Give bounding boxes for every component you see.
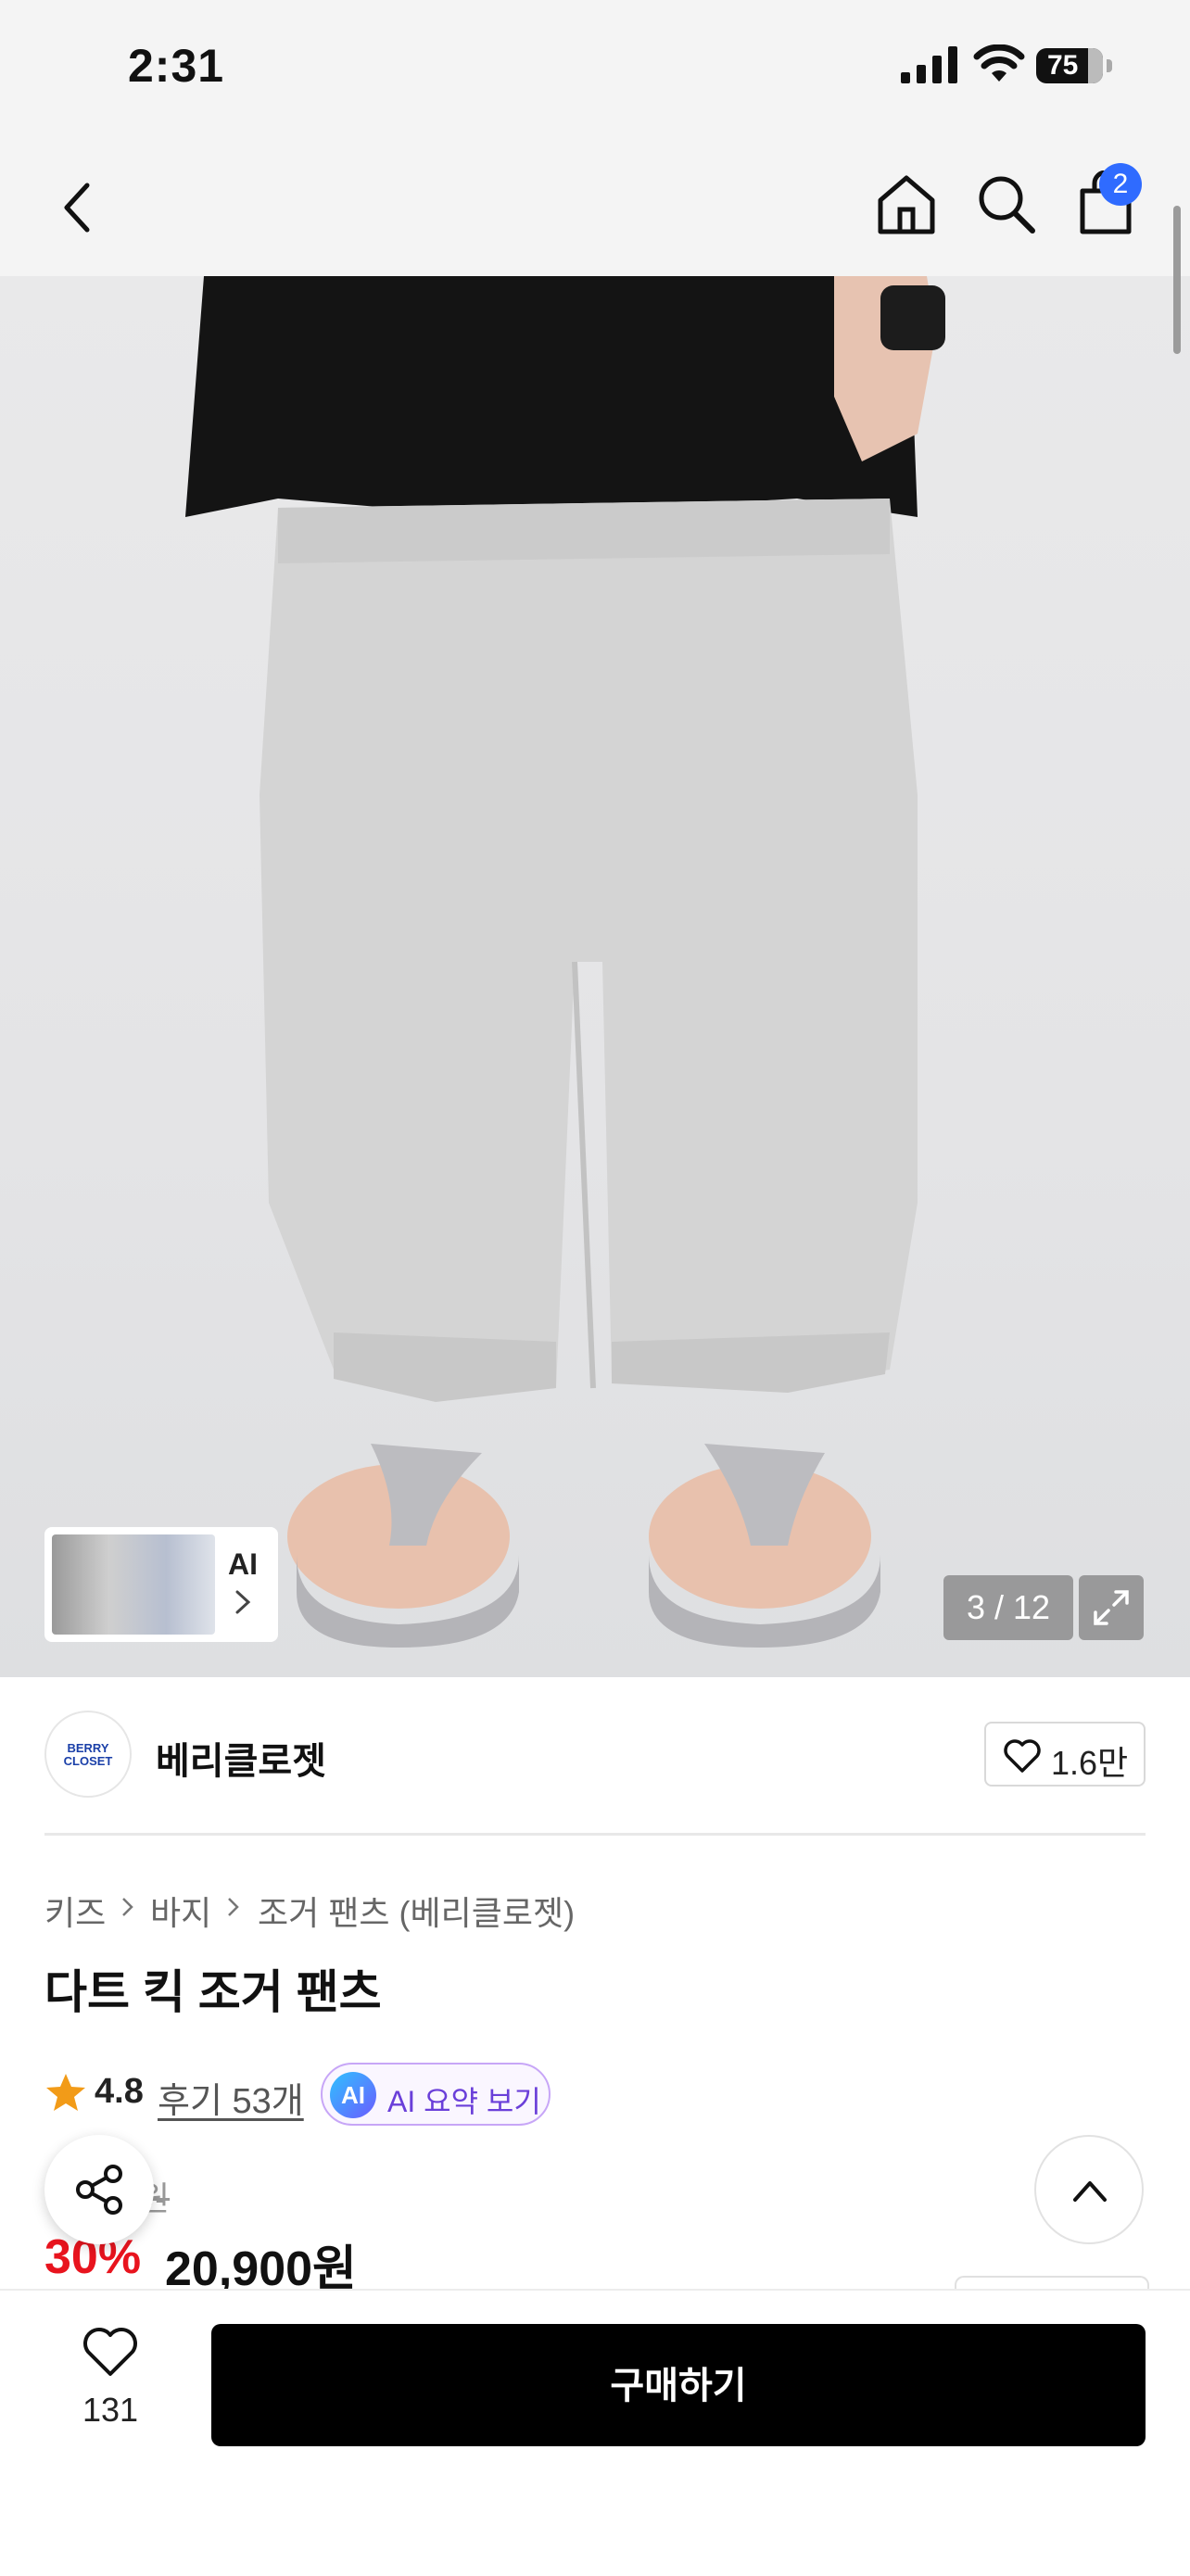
- back-icon[interactable]: [59, 180, 96, 235]
- buy-button[interactable]: 구매하기: [211, 2324, 1146, 2446]
- status-bar: 2:31 75: [0, 0, 1190, 139]
- expand-icon: [1094, 1590, 1129, 1625]
- wishlist-count: 131: [82, 2391, 139, 2429]
- ai-similar-items-button[interactable]: AI: [44, 1527, 278, 1642]
- breadcrumb-item-pants[interactable]: 바지: [150, 1887, 211, 1935]
- scroll-to-top-button[interactable]: [1034, 2135, 1144, 2244]
- wishlist-heart-icon[interactable]: [82, 2326, 139, 2378]
- breadcrumb-item-kids[interactable]: 키즈: [44, 1887, 106, 1935]
- search-icon[interactable]: [977, 172, 1036, 235]
- product-image[interactable]: [0, 276, 1190, 1677]
- brand-like-button[interactable]: 1.6만: [984, 1722, 1146, 1787]
- brand-name[interactable]: 베리클로젯: [156, 1731, 326, 1785]
- ai-label: AI: [228, 1547, 258, 1581]
- ai-summary-label: AI 요약 보기: [387, 2085, 541, 2118]
- star-icon: [46, 2074, 85, 2111]
- share-button[interactable]: [44, 2135, 154, 2244]
- home-icon[interactable]: [875, 172, 938, 237]
- top-nav-bar: [0, 139, 1190, 276]
- wifi-icon: [973, 44, 1025, 82]
- chevron-right-icon: [228, 1898, 239, 1916]
- brand-logo-text-2: CLOSET: [63, 1754, 113, 1768]
- expand-button[interactable]: [1079, 1575, 1144, 1640]
- scroll-indicator[interactable]: [1173, 206, 1181, 354]
- cart-count-badge: 2: [1099, 163, 1142, 206]
- brand-like-count: 1.6만: [1051, 1744, 1129, 1782]
- heart-icon: [1004, 1739, 1041, 1773]
- share-icon: [76, 2165, 122, 2215]
- rating-value: 4.8: [95, 2072, 144, 2111]
- chevron-right-icon: [235, 1590, 251, 1614]
- chevron-up-icon: [1073, 2181, 1107, 2202]
- product-photo: [185, 276, 945, 1648]
- brand-logo[interactable]: BERRY CLOSET: [44, 1711, 132, 1798]
- ai-summary-button[interactable]: AI AI 요약 보기: [321, 2063, 551, 2126]
- battery-icon: 75: [1036, 48, 1112, 83]
- brand-logo-text-1: BERRY: [67, 1741, 109, 1755]
- reviews-link[interactable]: 후기 53개: [158, 2072, 304, 2123]
- ai-thumbnail-image: [52, 1534, 215, 1635]
- divider: [44, 1833, 1146, 1836]
- breadcrumb-item-jogger-pants[interactable]: 조거 팬츠 (베리클로젯): [258, 1887, 575, 1935]
- cellular-signal-icon: [901, 46, 957, 83]
- battery-level: 75: [1047, 50, 1079, 81]
- image-counter: 3 / 12: [943, 1575, 1073, 1640]
- product-title: 다트 킥 조거 팬츠: [44, 1966, 382, 2018]
- chevron-right-icon: [122, 1898, 133, 1916]
- ai-badge-icon: AI: [330, 2072, 376, 2118]
- status-time: 2:31: [128, 40, 225, 92]
